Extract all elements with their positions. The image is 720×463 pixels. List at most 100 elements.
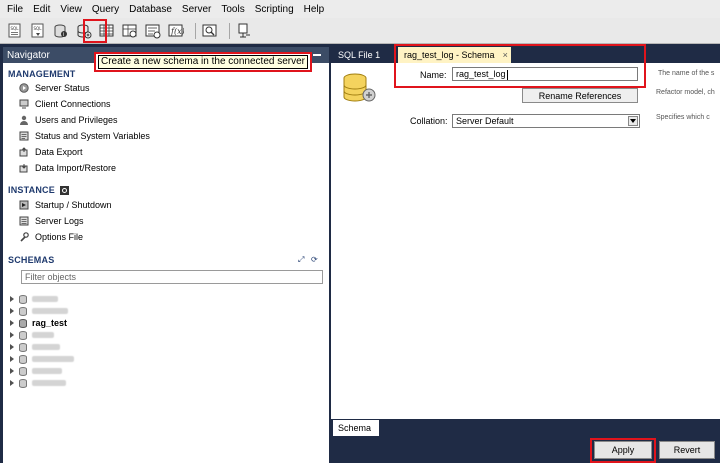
- schema-row[interactable]: [10, 353, 74, 365]
- expand-arrow-icon[interactable]: [10, 308, 14, 314]
- nav-item-users-and-privileges[interactable]: Users and Privileges: [19, 115, 118, 125]
- schema-row[interactable]: [10, 341, 60, 353]
- instance-title-text: INSTANCE: [8, 185, 55, 195]
- expand-arrow-icon[interactable]: [10, 332, 14, 338]
- svg-text:i: i: [63, 32, 64, 38]
- database-icon: [19, 342, 27, 352]
- nav-item-data-export[interactable]: Data Export: [19, 147, 83, 157]
- schema-row[interactable]: [10, 293, 58, 305]
- navigator-title: Navigator: [7, 49, 50, 61]
- nav-item-label: Server Status: [35, 83, 90, 93]
- menu-help[interactable]: Help: [299, 4, 330, 15]
- name-label: Name:: [420, 70, 447, 80]
- menu-database[interactable]: Database: [124, 4, 177, 15]
- svg-text:SQL: SQL: [11, 26, 20, 31]
- nav-item-startup-shutdown[interactable]: Startup / Shutdown: [19, 200, 112, 210]
- tab-sql-file-1[interactable]: SQL File 1: [333, 47, 389, 62]
- database-icon: [19, 294, 27, 304]
- text-caret: [506, 69, 508, 80]
- redacted-schema-name: [32, 308, 68, 314]
- search-table-data-icon[interactable]: [201, 22, 219, 40]
- create-procedure-icon[interactable]: [144, 22, 162, 40]
- database-icon: [19, 306, 27, 316]
- expand-icon[interactable]: ⤢: [298, 255, 304, 265]
- svg-text:f(x): f(x): [170, 27, 184, 36]
- menu-scripting[interactable]: Scripting: [250, 4, 299, 15]
- highlight-schema-tab-and-name: [394, 44, 646, 88]
- variables-icon: [19, 131, 29, 141]
- revert-button[interactable]: Revert: [659, 441, 715, 459]
- nav-item-server-status[interactable]: Server Status: [19, 83, 90, 93]
- tooltip-text: Create a new schema in the connected ser…: [98, 55, 308, 69]
- tab-schema[interactable]: Schema: [333, 420, 379, 436]
- navigator-panel: MANAGEMENT Server Status Client Connecti…: [3, 63, 329, 463]
- menu-view[interactable]: View: [55, 4, 87, 15]
- redacted-schema-name: [32, 332, 54, 338]
- create-view-icon[interactable]: [121, 22, 139, 40]
- menu-file[interactable]: File: [2, 4, 28, 15]
- menu-query[interactable]: Query: [87, 4, 124, 15]
- refresh-icon[interactable]: ⟳: [311, 255, 318, 264]
- redacted-schema-name: [32, 344, 60, 350]
- create-function-icon[interactable]: f(x): [167, 22, 185, 40]
- instance-section-title: INSTANCE: [8, 185, 69, 195]
- svg-text:SQL: SQL: [34, 26, 43, 31]
- minimize-icon[interactable]: [313, 54, 321, 56]
- new-sql-tab-icon[interactable]: SQL: [6, 22, 24, 40]
- collation-value: Server Default: [456, 116, 514, 126]
- client-connections-icon: [19, 99, 29, 109]
- menu-bar: File Edit View Query Database Server Too…: [0, 0, 720, 18]
- expand-arrow-icon[interactable]: [10, 344, 14, 350]
- schema-editor-icon: [343, 73, 376, 102]
- schema-row-rag-test[interactable]: rag_test: [10, 317, 67, 329]
- database-icon: [19, 366, 27, 376]
- open-sql-file-icon[interactable]: SQL: [29, 22, 47, 40]
- toolbar: SQL SQL i f(x): [0, 18, 720, 44]
- rename-references-button[interactable]: Rename References: [522, 88, 638, 103]
- nav-item-label: Startup / Shutdown: [35, 200, 112, 210]
- hint-collation: Specifies which c: [656, 114, 710, 121]
- database-icon: [19, 330, 27, 340]
- nav-item-status-and-system-variables[interactable]: Status and System Variables: [19, 131, 150, 141]
- filter-objects-input[interactable]: Filter objects: [21, 270, 323, 284]
- database-icon: [19, 318, 27, 328]
- expand-arrow-icon[interactable]: [10, 356, 14, 362]
- nav-item-label: Status and System Variables: [35, 131, 150, 141]
- chevron-down-icon[interactable]: [628, 116, 638, 126]
- data-import-icon: [19, 163, 29, 173]
- nav-item-server-logs[interactable]: Server Logs: [19, 216, 84, 226]
- nav-item-data-import-restore[interactable]: Data Import/Restore: [19, 163, 116, 173]
- tab-label: SQL File 1: [338, 49, 381, 60]
- database-icon: [19, 378, 27, 388]
- database-icon: [19, 354, 27, 364]
- tab-label: Schema: [338, 423, 372, 433]
- management-section-title: MANAGEMENT: [8, 69, 76, 79]
- nav-item-label: Data Export: [35, 147, 83, 157]
- nav-item-label: Client Connections: [35, 99, 111, 109]
- redacted-schema-name: [32, 380, 66, 386]
- expand-arrow-icon[interactable]: [10, 368, 14, 374]
- reconnect-icon[interactable]: [235, 22, 253, 40]
- expand-arrow-icon[interactable]: [10, 380, 14, 386]
- wrench-icon: [19, 232, 29, 242]
- query-inspector-icon[interactable]: i: [52, 22, 70, 40]
- redacted-schema-name: [32, 368, 62, 374]
- menu-edit[interactable]: Edit: [28, 4, 55, 15]
- menu-server[interactable]: Server: [177, 4, 216, 15]
- schema-row[interactable]: [10, 329, 54, 341]
- expand-arrow-icon[interactable]: [10, 320, 14, 326]
- nav-item-client-connections[interactable]: Client Connections: [19, 99, 111, 109]
- nav-item-label: Server Logs: [35, 216, 84, 226]
- create-schema-tooltip: Create a new schema in the connected ser…: [94, 52, 312, 72]
- schema-row[interactable]: [10, 365, 62, 377]
- collation-select[interactable]: Server Default: [452, 114, 640, 128]
- collation-label: Collation:: [410, 116, 448, 126]
- expand-arrow-icon[interactable]: [10, 296, 14, 302]
- schema-row[interactable]: [10, 377, 66, 389]
- nav-item-options-file[interactable]: Options File: [19, 232, 83, 242]
- schema-name: rag_test: [32, 318, 68, 328]
- schema-name-input[interactable]: rag_test_log: [452, 67, 638, 81]
- schema-row[interactable]: [10, 305, 68, 317]
- server-logs-icon: [19, 216, 29, 226]
- menu-tools[interactable]: Tools: [216, 4, 249, 15]
